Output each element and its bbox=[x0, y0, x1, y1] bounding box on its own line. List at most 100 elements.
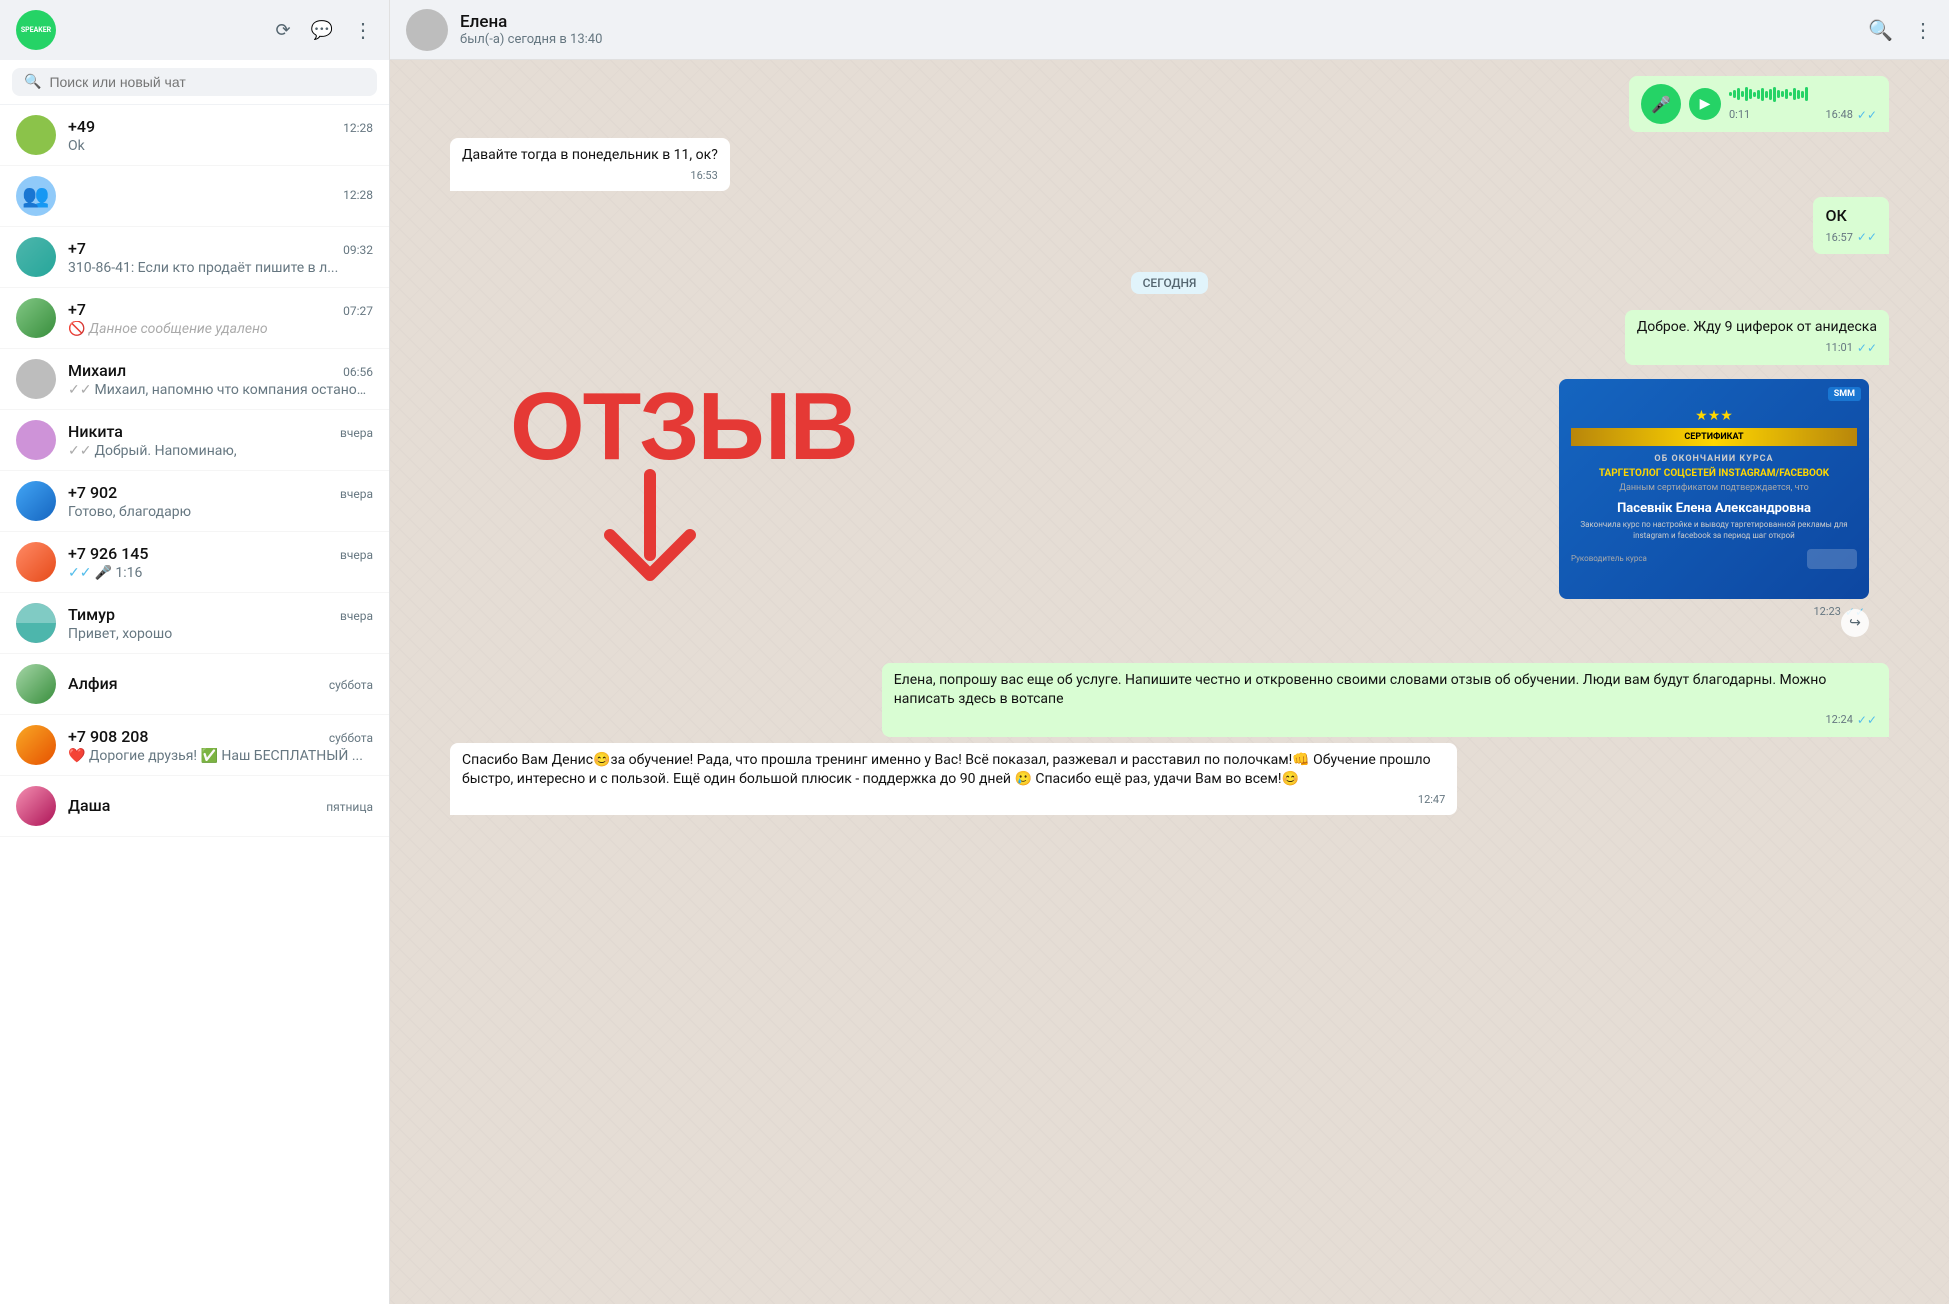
cert-container: SMM ★★★ Сертификат об окончании курса ТА… bbox=[1559, 379, 1869, 651]
sidebar-header-icons: ⟳ 💬 ⋮ bbox=[275, 18, 373, 42]
chat-item[interactable]: Михаил 06:56 ✓✓Михаил, напомню что компа… bbox=[0, 349, 389, 410]
audio-avatar: 🎤 bbox=[1641, 84, 1681, 124]
message-time: 16:53 bbox=[690, 168, 717, 183]
sync-icon[interactable]: ⟳ bbox=[275, 20, 290, 41]
chat-time: вчера bbox=[340, 609, 373, 623]
chat-item-info: +49 12:28 Ok bbox=[68, 117, 373, 154]
message-text: Давайте тогда в понедельник в 11, ок? bbox=[462, 146, 718, 166]
cert-description: Закончила курс по настройке и выводу тар… bbox=[1571, 520, 1857, 541]
message-bubble: Доброе. Жду 9 циферок от анидеска 11:01 … bbox=[1625, 310, 1889, 364]
chat-preview: ❤️ Дорогие друзья! ✅ Наш БЕСПЛАТНЫЙ ... bbox=[68, 748, 373, 764]
cert-meta: 12:23 ✓✓ bbox=[1559, 601, 1869, 619]
chat-time: вчера bbox=[340, 426, 373, 440]
avatar bbox=[16, 725, 56, 765]
message-bubble: Давайте тогда в понедельник в 11, ок? 16… bbox=[450, 138, 730, 191]
chat-item-info: 12:28 bbox=[68, 188, 373, 204]
search-input-wrap[interactable]: 🔍 bbox=[12, 68, 377, 96]
chat-item[interactable]: 👥 12:28 bbox=[0, 166, 389, 227]
chat-icon[interactable]: 💬 bbox=[311, 20, 333, 41]
chat-time: 12:28 bbox=[343, 188, 373, 202]
message-meta: 11:01 ✓✓ bbox=[1637, 340, 1877, 357]
message-bubble: Спасибо Вам Денис😊за обучение! Рада, что… bbox=[450, 743, 1457, 816]
avatar bbox=[16, 420, 56, 460]
app-logo: SPEAKER bbox=[16, 10, 56, 50]
chat-item[interactable]: +7 07:27 🚫 Данное сообщение удалено bbox=[0, 288, 389, 349]
message-time: 16:48 bbox=[1825, 108, 1852, 121]
sidebar-header: SPEAKER ⟳ 💬 ⋮ bbox=[0, 0, 389, 60]
avatar bbox=[16, 664, 56, 704]
audio-duration: 0:11 bbox=[1729, 108, 1750, 121]
avatar bbox=[16, 237, 56, 277]
chat-name: Алфия bbox=[68, 674, 118, 693]
avatar bbox=[16, 481, 56, 521]
cert-footer: Руководитель курса bbox=[1571, 549, 1857, 569]
cert-signature bbox=[1807, 549, 1857, 569]
forward-button[interactable]: ↪ bbox=[1841, 609, 1869, 637]
chat-header-icons: 🔍 ⋮ bbox=[1868, 18, 1933, 42]
chat-time: 12:28 bbox=[343, 121, 373, 135]
chat-name: +7 902 bbox=[68, 483, 117, 502]
chat-item-info: +7 09:32 310-86-41: Если кто продаёт пиш… bbox=[68, 239, 373, 276]
chat-preview: ✓✓🎤 1:16 bbox=[68, 565, 373, 581]
avatar bbox=[16, 542, 56, 582]
chat-preview: Готово, благодарю bbox=[68, 504, 373, 520]
cert-person-name: Пасевнік Елена Александровна bbox=[1617, 501, 1811, 516]
chat-name: +7 bbox=[68, 239, 86, 258]
chat-preview: 310-86-41: Если кто продаёт пишите в л..… bbox=[68, 260, 373, 276]
contact-status: был(-а) сегодня в 13:40 bbox=[460, 32, 1856, 47]
otziv-arrow bbox=[590, 465, 1559, 599]
certificate-image: SMM ★★★ Сертификат об окончании курса ТА… bbox=[1559, 379, 1869, 599]
sidebar-header-left: SPEAKER bbox=[16, 10, 56, 50]
message-time: 16:57 bbox=[1825, 230, 1852, 245]
message-row: Давайте тогда в понедельник в 11, ок? 16… bbox=[450, 138, 1889, 191]
chat-name: +7 bbox=[68, 300, 86, 319]
cert-course-name: ТАРГЕТОЛОГ СОЦСЕТЕЙ INSTAGRAM/FACEBOOK bbox=[1599, 468, 1829, 479]
cert-small-text: Данным сертификатом подтверждается, что bbox=[1619, 483, 1809, 493]
message-time: 12:24 bbox=[1825, 712, 1852, 727]
sidebar: SPEAKER ⟳ 💬 ⋮ 🔍 +49 12:28 Ok 👥 bbox=[0, 0, 390, 1304]
more-options-icon[interactable]: ⋮ bbox=[1913, 18, 1933, 42]
chat-item[interactable]: +49 12:28 Ok bbox=[0, 105, 389, 166]
otziv-big-text: ОТЗЫВ bbox=[510, 379, 1559, 475]
chat-item[interactable]: +7 926 145 вчера ✓✓🎤 1:16 bbox=[0, 532, 389, 593]
avatar bbox=[16, 359, 56, 399]
chat-header: Елена был(-а) сегодня в 13:40 🔍 ⋮ bbox=[390, 0, 1949, 60]
play-button[interactable]: ▶ bbox=[1689, 88, 1721, 120]
chat-item[interactable]: +7 908 208 суббота ❤️ Дорогие друзья! ✅ … bbox=[0, 715, 389, 776]
chat-item-info: Михаил 06:56 ✓✓Михаил, напомню что компа… bbox=[68, 361, 373, 398]
search-chat-icon[interactable]: 🔍 bbox=[1868, 18, 1893, 42]
chat-name: Никита bbox=[68, 422, 123, 441]
chat-item[interactable]: +7 902 вчера Готово, благодарю bbox=[0, 471, 389, 532]
chat-item-info: +7 926 145 вчера ✓✓🎤 1:16 bbox=[68, 544, 373, 581]
avatar bbox=[16, 603, 56, 643]
date-label: СЕГОДНЯ bbox=[1131, 272, 1209, 294]
chat-item[interactable]: Даша пятница bbox=[0, 776, 389, 837]
chat-item-info: +7 07:27 🚫 Данное сообщение удалено bbox=[68, 300, 373, 337]
chat-name: Михаил bbox=[68, 361, 126, 380]
message-meta: 0:11 16:48 ✓✓ bbox=[1729, 108, 1877, 122]
chat-header-info: Елена был(-а) сегодня в 13:40 bbox=[460, 12, 1856, 47]
menu-icon[interactable]: ⋮ bbox=[353, 18, 373, 42]
message-text: Доброе. Жду 9 циферок от анидеска bbox=[1637, 318, 1877, 338]
chat-area: Елена был(-а) сегодня в 13:40 🔍 ⋮ 🎤 ▶ 0:… bbox=[390, 0, 1949, 1304]
message-row: Спасибо Вам Денис😊за обучение! Рада, что… bbox=[450, 743, 1889, 816]
avatar bbox=[16, 786, 56, 826]
message-text: ОК bbox=[1825, 205, 1877, 227]
message-meta: 12:24 ✓✓ bbox=[894, 712, 1877, 729]
cert-sign-label: Руководитель курса bbox=[1571, 554, 1647, 563]
avatar bbox=[16, 298, 56, 338]
chat-item[interactable]: Никита вчера ✓✓Добрый. Напоминаю, bbox=[0, 410, 389, 471]
chat-item[interactable]: Алфия суббота bbox=[0, 654, 389, 715]
chat-time: 07:27 bbox=[343, 304, 373, 318]
search-input[interactable] bbox=[49, 74, 365, 90]
chat-preview: ✓✓Михаил, напомню что компания остановил… bbox=[68, 382, 373, 398]
cert-subtitle: об окончании курса bbox=[1654, 454, 1773, 464]
contact-avatar bbox=[406, 9, 448, 51]
chat-name: +49 bbox=[68, 117, 95, 136]
chat-item-info: +7 902 вчера Готово, благодарю bbox=[68, 483, 373, 520]
chat-item[interactable]: +7 09:32 310-86-41: Если кто продаёт пиш… bbox=[0, 227, 389, 288]
chat-name: +7 926 145 bbox=[68, 544, 149, 563]
chat-item-info: Тимур вчера Привет, хорошо bbox=[68, 605, 373, 642]
chat-item[interactable]: Тимур вчера Привет, хорошо bbox=[0, 593, 389, 654]
message-row: Доброе. Жду 9 циферок от анидеска 11:01 … bbox=[450, 310, 1889, 364]
